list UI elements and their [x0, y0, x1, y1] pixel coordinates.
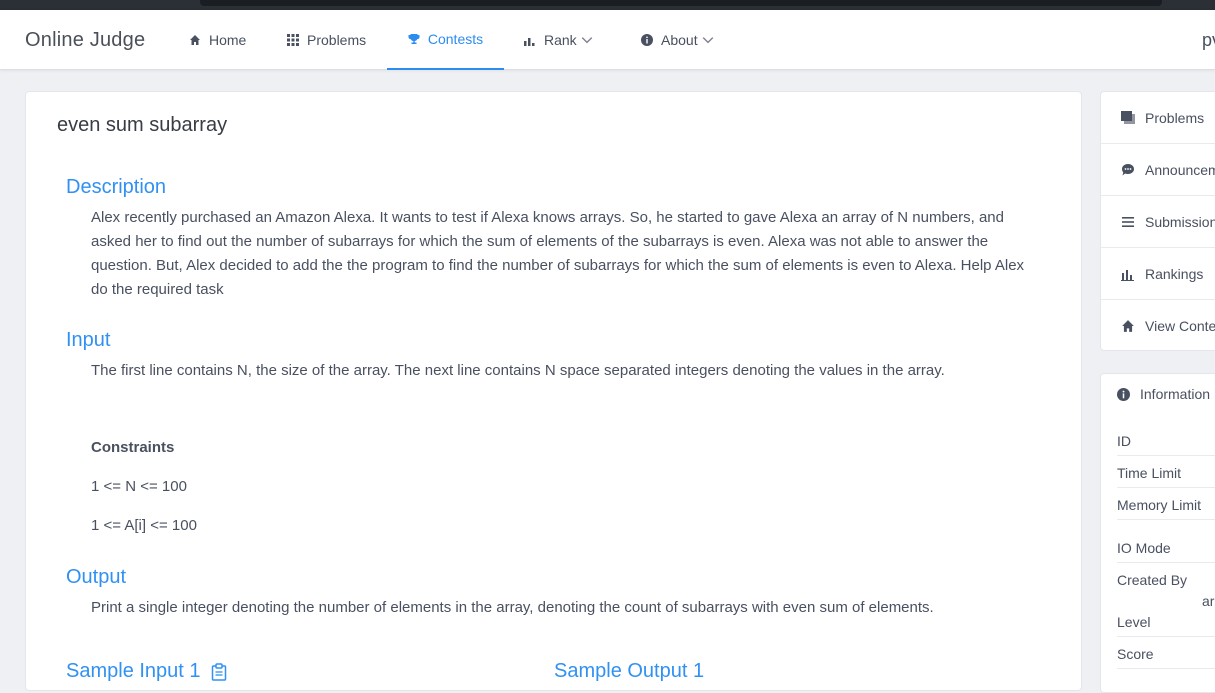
information-title: Information: [1140, 386, 1211, 402]
side-item-view-contest[interactable]: View Contest: [1101, 300, 1215, 352]
output-text: Print a single integer denoting the numb…: [91, 599, 934, 616]
output-heading: Output: [66, 566, 127, 588]
brand-logo[interactable]: Online Judge: [25, 29, 145, 52]
problem-title: even sum subarray: [57, 114, 228, 136]
info-row-memory-limit: Memory Limit: [1117, 497, 1215, 520]
info-row-created-by: Created By: [1117, 572, 1188, 588]
bar-chart-icon: [524, 38, 535, 46]
bar-chart-icon: [1121, 269, 1134, 281]
home-icon: [190, 35, 200, 45]
grid-icon: [287, 34, 299, 46]
problem-card: even sum subarray Description Alex recen…: [25, 91, 1082, 691]
created-by-value: ar: [1202, 593, 1215, 609]
chevron-down-icon: [702, 37, 713, 44]
browser-top-strip: [0, 0, 1215, 10]
constraint-item: 1 <= N <= 100: [91, 478, 187, 495]
info-row-io-mode: IO Mode: [1117, 540, 1215, 563]
side-item-label: View Contest: [1145, 318, 1215, 334]
input-text: The first line contains N, the size of t…: [91, 362, 945, 379]
list-icon: [1122, 216, 1134, 227]
constraints-heading: Constraints: [91, 439, 175, 456]
info-row-id: ID: [1117, 433, 1215, 456]
side-item-announcements[interactable]: Announcements: [1101, 144, 1215, 196]
nav-contests[interactable]: Contests: [387, 10, 504, 70]
nav-rank-label: Rank: [544, 32, 577, 48]
side-item-problems[interactable]: Problems: [1101, 92, 1215, 144]
user-menu[interactable]: pv: [1202, 30, 1215, 51]
information-heading: Information: [1117, 386, 1210, 402]
description-text: Alex recently purchased an Amazon Alexa.…: [91, 209, 1025, 298]
problems-icon: [1121, 110, 1135, 124]
description-heading: Description: [66, 176, 167, 198]
home-icon: [1122, 320, 1134, 332]
side-item-label: Submissions: [1145, 213, 1215, 230]
side-item-label: Problems: [1145, 109, 1205, 126]
nav-problems-label: Problems: [307, 32, 367, 48]
side-item-label: Announcements: [1145, 161, 1215, 178]
info-icon: [641, 34, 653, 46]
input-heading: Input: [66, 329, 111, 351]
nav-rank[interactable]: Rank: [524, 10, 593, 70]
information-card: Information ID Time Limit Memory Limit I…: [1100, 373, 1215, 693]
trophy-icon: [408, 34, 420, 44]
nav-problems[interactable]: Problems: [287, 10, 366, 70]
nav-about[interactable]: About: [641, 10, 714, 70]
chevron-down-icon: [581, 37, 592, 44]
side-item-label: Rankings: [1145, 265, 1204, 282]
chat-icon: [1122, 163, 1134, 175]
constraint-item: 1 <= A[i] <= 100: [91, 517, 197, 534]
nav-home[interactable]: Home: [189, 10, 246, 70]
nav-contests-label: Contests: [427, 31, 484, 47]
info-icon: [1117, 387, 1130, 401]
info-row-time-limit: Time Limit: [1117, 465, 1215, 488]
top-navbar: Online Judge Home Problems Contests Rank…: [0, 10, 1215, 70]
nav-about-label: About: [661, 32, 698, 48]
contest-side-menu: Problems Announcements Submissions Ranki…: [1100, 91, 1215, 351]
clipboard-icon[interactable]: [211, 662, 227, 681]
info-row-score: Score: [1117, 646, 1215, 669]
info-row-level: Level: [1117, 614, 1215, 637]
nav-home-label: Home: [209, 32, 247, 48]
side-item-submissions[interactable]: Submissions: [1101, 196, 1215, 248]
side-item-rankings[interactable]: Rankings: [1101, 248, 1215, 300]
